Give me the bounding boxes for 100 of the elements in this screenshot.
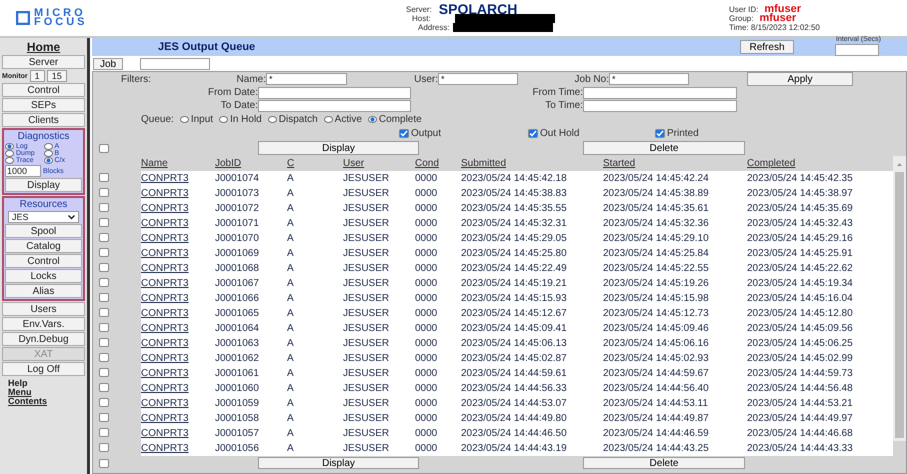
time-field[interactable] xyxy=(583,86,737,98)
job-name-link[interactable]: CONPRT3 xyxy=(141,413,189,424)
display-button[interactable]: Display xyxy=(258,457,419,469)
monitor-field[interactable]: 15 xyxy=(46,70,67,82)
radio-option[interactable]: Complete xyxy=(368,114,422,124)
column-header[interactable]: User xyxy=(343,158,364,169)
home-link[interactable]: Home xyxy=(2,40,85,54)
row-checkbox[interactable] xyxy=(99,382,109,392)
column-header[interactable]: Started xyxy=(603,158,636,169)
resource-button[interactable]: Control xyxy=(5,254,82,268)
job-name-link[interactable]: CONPRT3 xyxy=(141,368,189,379)
job-name-link[interactable]: CONPRT3 xyxy=(141,323,189,334)
column-header[interactable]: C xyxy=(287,158,294,169)
nav-button[interactable]: Env.Vars. xyxy=(2,317,85,331)
row-checkbox[interactable] xyxy=(99,338,109,346)
column-header[interactable]: JobID xyxy=(215,158,242,169)
display-button[interactable]: Display xyxy=(258,141,419,155)
row-checkbox[interactable] xyxy=(99,218,109,226)
job-name-link[interactable]: CONPRT3 xyxy=(141,188,189,199)
help-link[interactable]: Menu xyxy=(8,388,85,397)
blocks-field[interactable]: 1000 xyxy=(5,165,41,177)
row-checkbox[interactable] xyxy=(99,292,109,302)
time-field[interactable] xyxy=(583,100,737,112)
table-cell: J0001061 xyxy=(215,368,259,379)
row-checkbox[interactable] xyxy=(99,172,109,182)
job-name-link[interactable]: CONPRT3 xyxy=(141,428,189,439)
job-name-link[interactable]: CONPRT3 xyxy=(141,233,189,244)
checkbox-option[interactable]: Output xyxy=(399,128,528,138)
name-field[interactable]: * xyxy=(266,73,347,85)
checkbox[interactable] xyxy=(99,458,109,468)
resource-button[interactable]: Alias xyxy=(5,284,82,298)
job-name-link[interactable]: CONPRT3 xyxy=(141,263,189,274)
nav-button[interactable]: Users xyxy=(2,302,85,316)
nav-button[interactable]: Log Off xyxy=(2,362,85,376)
nav-button[interactable]: Clients xyxy=(2,113,85,127)
row-checkbox[interactable] xyxy=(99,188,109,196)
row-checkbox[interactable] xyxy=(99,308,109,316)
user-field[interactable]: * xyxy=(438,73,518,85)
row-checkbox[interactable] xyxy=(99,442,109,452)
table-cell: A xyxy=(287,398,294,409)
job-name-link[interactable]: CONPRT3 xyxy=(141,173,189,184)
row-checkbox[interactable] xyxy=(99,262,109,272)
job-name-link[interactable]: CONPRT3 xyxy=(141,248,189,259)
refresh-button[interactable]: Refresh xyxy=(740,40,794,54)
column-header[interactable]: Completed xyxy=(747,158,796,169)
display-button[interactable]: Display xyxy=(5,178,82,192)
row-checkbox[interactable] xyxy=(99,352,109,362)
resource-select[interactable]: JES xyxy=(8,211,79,223)
date-field[interactable] xyxy=(258,86,411,98)
column-header[interactable]: Name xyxy=(141,158,168,169)
monitor-field[interactable]: 1 xyxy=(30,70,45,82)
row-checkbox[interactable] xyxy=(99,232,109,242)
job-name-link[interactable]: CONPRT3 xyxy=(141,278,189,289)
job-name-link[interactable]: CONPRT3 xyxy=(141,293,189,304)
row-checkbox[interactable] xyxy=(99,368,109,376)
scrollbar[interactable] xyxy=(893,156,906,441)
delete-button[interactable]: Delete xyxy=(583,457,745,469)
row-checkbox[interactable] xyxy=(99,248,109,256)
table-cell: A xyxy=(287,443,294,454)
row-checkbox[interactable] xyxy=(99,428,109,436)
job-no-field[interactable]: * xyxy=(609,73,689,85)
radio-option[interactable]: In Hold xyxy=(219,114,262,124)
job-name-link[interactable]: CONPRT3 xyxy=(141,353,189,364)
job-field[interactable] xyxy=(140,58,210,70)
row-checkbox[interactable] xyxy=(99,278,109,286)
column-header[interactable]: Submitted xyxy=(461,158,506,169)
nav-button[interactable]: Control xyxy=(2,83,85,97)
table-cell: 2023/05/24 14:45:29.10 xyxy=(603,233,709,244)
radio-option[interactable]: Active xyxy=(324,114,362,124)
job-name-link[interactable]: CONPRT3 xyxy=(141,203,189,214)
row-checkbox[interactable] xyxy=(99,412,109,422)
job-name-link[interactable]: CONPRT3 xyxy=(141,308,189,319)
resource-button[interactable]: Catalog xyxy=(5,239,82,253)
delete-button[interactable]: Delete xyxy=(583,141,745,155)
table-cell: 2023/05/24 14:44:43.19 xyxy=(461,443,567,454)
resource-button[interactable]: Spool xyxy=(5,224,82,238)
row-checkbox[interactable] xyxy=(99,322,109,332)
job-button[interactable]: Job xyxy=(93,58,123,70)
date-field[interactable] xyxy=(258,100,411,112)
resource-button[interactable]: Locks xyxy=(5,269,82,283)
column-header[interactable]: Cond xyxy=(415,158,439,169)
row-checkbox[interactable] xyxy=(99,202,109,212)
job-name-link[interactable]: CONPRT3 xyxy=(141,218,189,229)
table-cell: J0001067 xyxy=(215,278,259,289)
checkbox-option[interactable]: Out Hold xyxy=(528,128,655,138)
job-name-link[interactable]: CONPRT3 xyxy=(141,338,189,349)
checkbox-option[interactable]: Printed xyxy=(655,128,755,138)
checkbox[interactable] xyxy=(99,144,109,152)
job-name-link[interactable]: CONPRT3 xyxy=(141,383,189,394)
nav-button[interactable]: Dyn.Debug xyxy=(2,332,85,346)
interval-field[interactable] xyxy=(835,44,879,56)
job-name-link[interactable]: CONPRT3 xyxy=(141,443,189,454)
server-button[interactable]: Server xyxy=(2,55,85,69)
radio-option[interactable]: Input xyxy=(180,114,214,124)
row-checkbox[interactable] xyxy=(99,398,109,406)
apply-button[interactable]: Apply xyxy=(747,72,853,86)
job-name-link[interactable]: CONPRT3 xyxy=(141,398,189,409)
nav-button[interactable]: SEPs xyxy=(2,98,85,112)
radio-option[interactable]: Dispatch xyxy=(268,114,318,124)
help-link[interactable]: Contents xyxy=(8,397,85,406)
